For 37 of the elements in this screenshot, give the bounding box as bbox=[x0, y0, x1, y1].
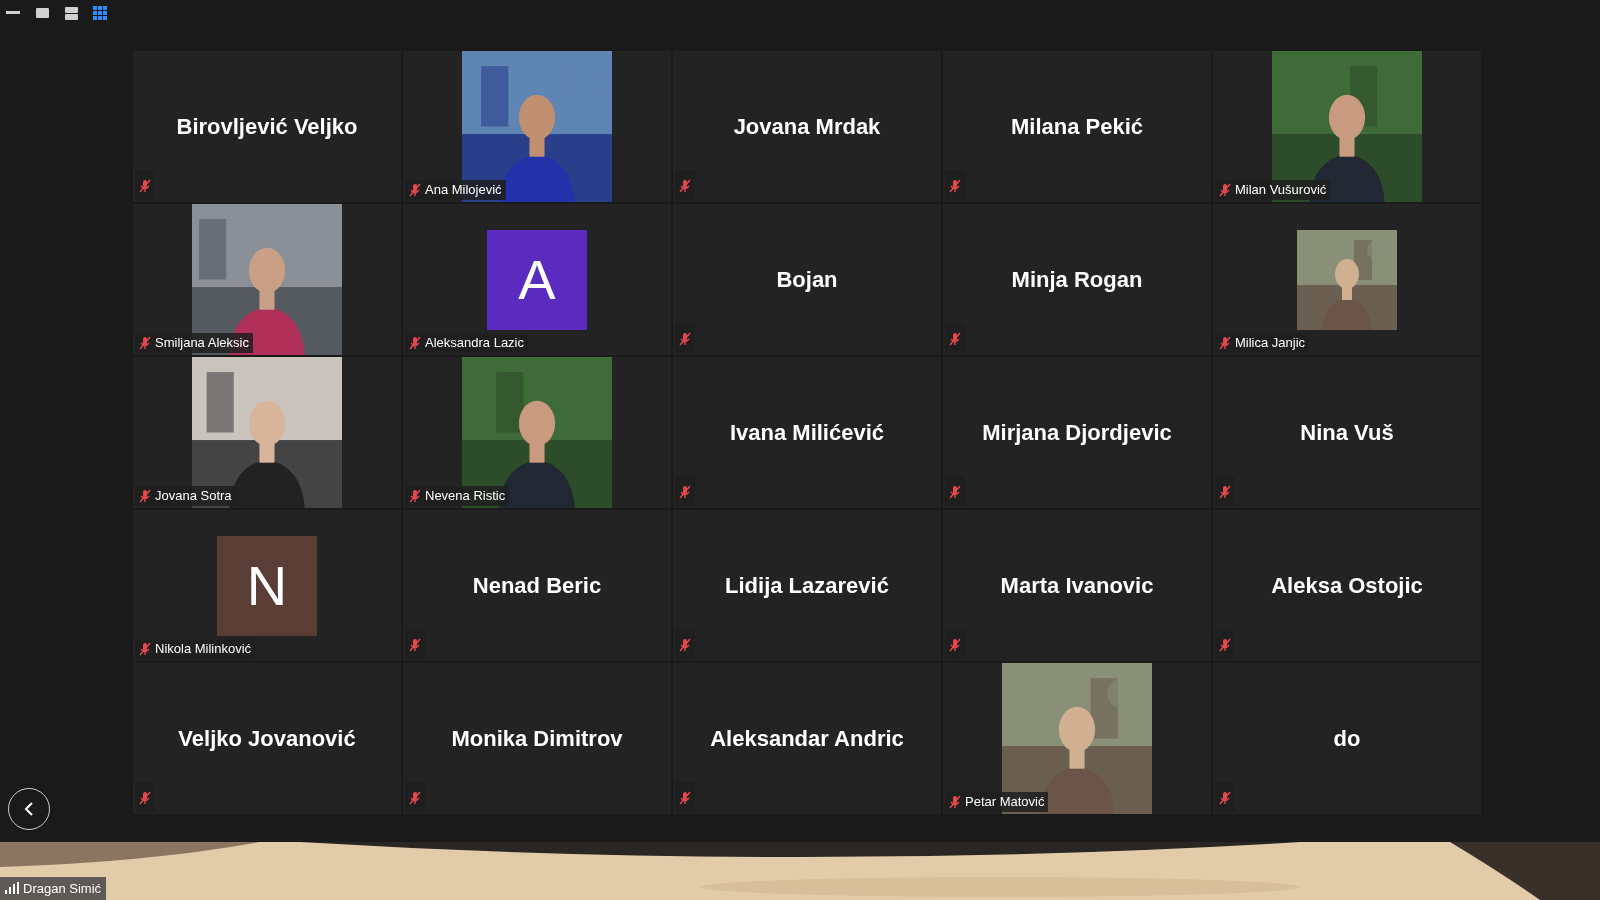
participant-name: Birovljević Veljko bbox=[176, 113, 358, 141]
participant-name: Nikola Milinković bbox=[155, 640, 252, 659]
participant-name: do bbox=[1333, 725, 1361, 753]
participant-name: Bojan bbox=[776, 266, 838, 294]
participant-name: Monika Dimitrov bbox=[451, 725, 623, 753]
grid-view-icon bbox=[93, 6, 107, 20]
avatar-letter: N bbox=[217, 535, 317, 636]
square-view-icon bbox=[35, 8, 49, 18]
participant-name: Smiljana Aleksic bbox=[155, 334, 249, 353]
participant-name: Aleksandra Lazic bbox=[425, 334, 524, 353]
chevron-left-icon bbox=[22, 801, 36, 817]
split-view-icon bbox=[64, 6, 78, 20]
participant-name: Lidija Lazarević bbox=[725, 572, 889, 600]
participant-name: Mirjana Djordjevic bbox=[982, 419, 1172, 447]
view-button[interactable] bbox=[62, 6, 80, 20]
avatar-letter: A bbox=[487, 229, 587, 330]
participant-name: Dragan Simić bbox=[23, 879, 102, 898]
participant-name: Nina Vuš bbox=[1300, 419, 1394, 447]
participant-name: Ana Milojević bbox=[425, 181, 502, 200]
participant-name: Petar Matović bbox=[965, 793, 1045, 812]
participant-name: Veljko Jovanović bbox=[178, 725, 356, 753]
participant-name: Nevena Ristic bbox=[425, 487, 506, 506]
participant-name: Milana Pekić bbox=[1010, 113, 1144, 141]
participant-name: Jovana Sotra bbox=[155, 487, 232, 506]
participant-name: Milica Janjic bbox=[1235, 334, 1306, 353]
participant-name: Aleksandar Andric bbox=[710, 725, 904, 753]
participant-name: Ivana Milićević bbox=[729, 419, 885, 447]
view-button[interactable] bbox=[91, 6, 109, 20]
view-button[interactable] bbox=[33, 6, 51, 20]
participant-name: Nenad Beric bbox=[472, 572, 602, 600]
participant-name: Jovana Mrdak bbox=[733, 113, 881, 141]
participant-name: Marta Ivanovic bbox=[1000, 572, 1154, 600]
signal-icon bbox=[5, 882, 19, 895]
participant-name: Minja Rogan bbox=[1011, 266, 1143, 294]
participant-name: Aleksa Ostojic bbox=[1271, 572, 1423, 600]
minimize-icon bbox=[6, 11, 20, 15]
participant-name: Milan Vušurović bbox=[1235, 181, 1327, 200]
